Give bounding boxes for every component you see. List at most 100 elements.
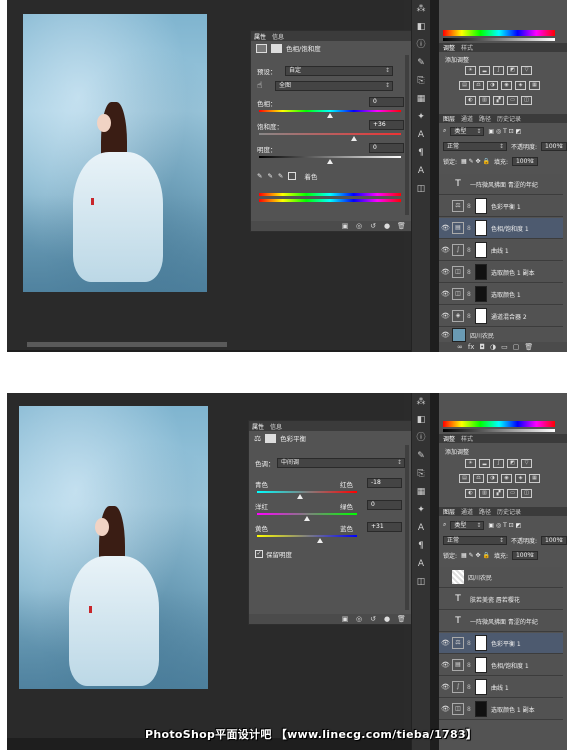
history-icon[interactable]: ⁂ [412,393,430,411]
lightness-slider-knob[interactable] [327,159,333,164]
layer-mask[interactable] [475,264,487,280]
threshold-icon[interactable]: ▞ [493,489,504,498]
link-icon[interactable]: 8 [467,313,473,320]
lock-icons[interactable]: ▦ ✎ ✥ 🔒 [461,158,490,165]
saturation-slider[interactable] [259,133,401,135]
magenta-green-slider[interactable] [257,513,357,515]
layer-name[interactable]: 四川农民 [470,331,494,340]
layer-row[interactable]: T 一阵微风拂面 青涩的年纪 [439,611,563,632]
tab-info[interactable]: 信息 [270,422,282,431]
paragraph-icon[interactable]: ¶ [412,537,430,555]
trash-icon[interactable]: 🗑 [397,615,406,623]
tab-adjustments[interactable]: 调整 [443,43,455,52]
gradient-map-icon[interactable]: ▭ [507,96,518,105]
link-icon[interactable]: 8 [467,640,473,647]
lookup-icon[interactable]: ▦ [529,81,540,90]
hue-slider-knob[interactable] [327,113,333,118]
threshold-icon[interactable]: ▞ [493,96,504,105]
levels-icon[interactable]: ▂ [479,459,490,468]
tab-paths[interactable]: 路径 [479,507,491,516]
layer-mask[interactable] [475,220,487,236]
layer-comp-icon[interactable]: ◫ [412,573,430,591]
lightness-value-input[interactable]: 0 [369,143,404,153]
blend-mode-dropdown[interactable]: 正常 [443,141,507,151]
visibility-toggle[interactable]: 👁 [439,290,452,298]
exposure-icon[interactable]: ◩ [507,459,518,468]
layer-mask[interactable] [475,286,487,302]
tab-channels[interactable]: 通道 [461,114,473,123]
posterize-icon[interactable]: ▥ [479,96,490,105]
tab-properties[interactable]: 属性 [254,32,266,41]
hue-slider[interactable] [259,110,401,112]
cyan-red-value-input[interactable]: -18 [367,478,402,488]
link-icon[interactable]: 8 [467,203,473,210]
filter-icons[interactable]: ▣ ◎ T ⊡ ◩ [488,128,521,135]
hsl-icon[interactable]: ▤ [459,81,470,90]
link-icon[interactable]: 8 [467,225,473,232]
layer-row[interactable]: 四川农民 [439,567,563,588]
layer-name[interactable]: 肤若美瓷 唇若樱花 [470,595,520,604]
visibility-icon[interactable]: ● [383,615,391,623]
visibility-toggle[interactable]: 👁 [439,224,452,232]
layer-name[interactable]: 曲线 1 [491,246,509,255]
cyan-red-slider-knob[interactable] [297,494,303,499]
tone-dropdown[interactable]: 中间调 [277,458,405,468]
channel-dropdown[interactable]: 全图 [275,81,393,91]
clone-icon[interactable]: ⎘ [412,72,430,90]
style-icon[interactable]: ✦ [412,108,430,126]
yellow-blue-slider-knob[interactable] [317,538,323,543]
link-icon[interactable]: 8 [467,291,473,298]
color-spectrum[interactable] [443,421,555,427]
layer-name[interactable]: 选取颜色 1 [491,290,521,299]
filter-icons[interactable]: ▣ ◎ T ⊡ ◩ [488,522,521,529]
lock-icons[interactable]: ▦ ✎ ✥ 🔒 [461,552,490,559]
tab-layers[interactable]: 图层 [443,114,455,123]
layer-name[interactable]: 通道混合器 2 [491,312,527,321]
link-icon[interactable]: 8 [467,247,473,254]
tab-properties[interactable]: 属性 [252,422,264,431]
tab-paths[interactable]: 路径 [479,114,491,123]
new-adjustment-icon[interactable]: ◑ [490,343,496,351]
hsl-icon[interactable]: ▤ [459,474,470,483]
balance-icon[interactable]: ⚖ [473,474,484,483]
glyph-icon[interactable]: A [412,555,430,573]
mask-icon[interactable] [271,43,282,53]
brush-icon[interactable]: ✎ [412,54,430,72]
opacity-input[interactable]: 100% [541,535,567,545]
panel-scrollbar[interactable] [405,55,409,215]
mixer-icon[interactable]: ◈ [515,474,526,483]
adjust-icon[interactable]: ◧ [412,18,430,36]
layer-row[interactable]: 👁 ◫ 8 选取颜色 1 副本 [439,262,563,283]
layer-name[interactable]: 选取颜色 1 副本 [491,705,535,714]
character-icon[interactable]: A [412,126,430,144]
visibility-toggle[interactable]: 👁 [439,312,452,320]
tab-adjustments[interactable]: 调整 [443,434,455,443]
layer-row[interactable]: 👁 ∫ 8 曲线 1 [439,677,563,698]
layer-name[interactable]: 选取颜色 1 副本 [491,268,535,277]
layer-row[interactable]: T 肤若美瓷 唇若樱花 [439,589,563,610]
style-icon[interactable]: ✦ [412,501,430,519]
mask-icon[interactable] [265,433,277,443]
clip-icon[interactable]: ▣ [341,222,349,230]
adjust-icon[interactable]: ◧ [412,411,430,429]
eyedropper-icon[interactable]: ✎ [257,172,262,180]
clone-icon[interactable]: ⎘ [412,465,430,483]
reset-icon[interactable]: ↺ [369,615,377,623]
exposure-icon[interactable]: ◩ [507,66,518,75]
trash-icon[interactable]: 🗑 [397,222,406,230]
layer-name[interactable]: 色相/饱和度 1 [491,224,529,233]
magenta-green-slider-knob[interactable] [304,516,310,521]
delete-layer-icon[interactable]: 🗑 [524,343,533,351]
layer-mask[interactable] [475,635,487,651]
visibility-toggle[interactable]: 👁 [439,639,452,647]
magenta-green-value-input[interactable]: 0 [367,500,402,510]
kind-filter-dropdown[interactable]: 类型 [450,126,485,136]
layer-name[interactable]: 曲线 1 [491,683,509,692]
balance-icon[interactable]: ⚖ [473,81,484,90]
tab-layers[interactable]: 图层 [443,507,455,516]
lightness-slider[interactable] [259,156,401,158]
yellow-blue-slider[interactable] [257,535,357,537]
saturation-value-input[interactable]: +36 [369,120,404,130]
character-icon[interactable]: A [412,519,430,537]
new-layer-icon[interactable]: ▢ [513,343,520,351]
